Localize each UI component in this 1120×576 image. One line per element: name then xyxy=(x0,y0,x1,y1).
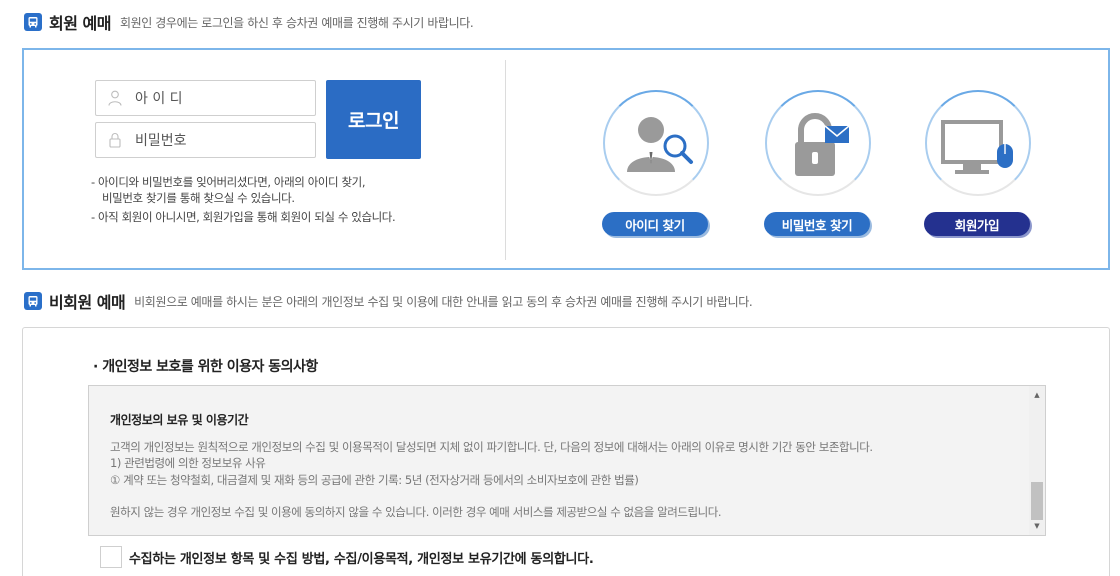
find-id-item[interactable]: 아이디 찾기 xyxy=(602,90,710,236)
terms-line-1: 고객의 개인정보는 원칙적으로 개인정보의 수집 및 이용목적이 달성되면 지체… xyxy=(110,439,873,454)
find-id-button[interactable]: 아이디 찾기 xyxy=(602,212,708,236)
privacy-terms-box[interactable]: 개인정보의 보유 및 이용기간 고객의 개인정보는 원칙적으로 개인정보의 수집… xyxy=(88,385,1046,536)
nonmember-consent-panel: · 개인정보 보호를 위한 이용자 동의사항 개인정보의 보유 및 이용기간 고… xyxy=(22,327,1110,576)
id-placeholder: 아 이 디 xyxy=(135,91,183,107)
terms-scrollbar[interactable]: ▲ ▼ xyxy=(1029,386,1045,535)
note-line-3: - 아직 회원이 아니시면, 회원가입을 통해 회원이 되실 수 있습니다. xyxy=(91,210,396,224)
terms-line-2: 1) 관련법령에 의한 정보보유 사유 xyxy=(110,456,266,470)
find-password-button[interactable]: 비밀번호 찾기 xyxy=(764,212,870,236)
scroll-up-icon[interactable]: ▲ xyxy=(1029,388,1045,402)
scroll-thumb[interactable] xyxy=(1031,482,1043,520)
password-input[interactable]: 비밀번호 xyxy=(95,122,316,158)
signup-monitor-icon[interactable] xyxy=(925,90,1031,196)
agree-row[interactable]: 수집하는 개인정보 항목 및 수집 방법, 수집/이용목적, 개인정보 보유기간… xyxy=(100,546,594,568)
terms-footer: 원하지 않는 경우 개인정보 수집 및 이용에 동의하지 않을 수 있습니다. … xyxy=(110,505,722,519)
panel-divider xyxy=(505,60,506,260)
privacy-terms-content: 개인정보의 보유 및 이용기간 고객의 개인정보는 원칙적으로 개인정보의 수집… xyxy=(89,386,1045,521)
consent-title: · 개인정보 보호를 위한 이용자 동의사항 xyxy=(93,359,318,375)
password-placeholder: 비밀번호 xyxy=(135,133,187,149)
note-line-1: - 아이디와 비밀번호를 잊어버리셨다면, 아래의 아이디 찾기, xyxy=(91,175,366,189)
member-section-title: 회원 예매 xyxy=(49,14,111,33)
scroll-down-icon[interactable]: ▼ xyxy=(1029,519,1045,533)
id-input[interactable]: 아 이 디 xyxy=(95,80,316,116)
bus-icon xyxy=(24,292,42,310)
note-line-2: 비밀번호 찾기를 통해 찾으실 수 있습니다. xyxy=(102,191,295,205)
nonmember-section-title: 비회원 예매 xyxy=(49,293,126,312)
terms-line-3: ① 계약 또는 청약철회, 대금결제 및 재화 등의 공급에 관한 기록: 5년… xyxy=(110,472,639,487)
find-password-item[interactable]: 비밀번호 찾기 xyxy=(764,90,872,236)
signup-button[interactable]: 회원가입 xyxy=(924,212,1030,236)
member-login-panel: 아 이 디 비밀번호 로그인 - 아이디와 비밀번호를 잊어버리셨다면, 아래의… xyxy=(22,48,1110,270)
member-section-desc: 회원인 경우에는 로그인을 하신 후 승차권 예매를 진행해 주시기 바랍니다. xyxy=(119,15,474,30)
member-section-header: 회원 예매 회원인 경우에는 로그인을 하신 후 승차권 예매를 진행해 주시기… xyxy=(24,10,474,34)
find-password-icon[interactable] xyxy=(765,90,871,196)
terms-heading: 개인정보의 보유 및 이용기간 xyxy=(110,413,249,427)
find-id-icon[interactable] xyxy=(603,90,709,196)
login-button[interactable]: 로그인 xyxy=(326,80,421,159)
agree-label[interactable]: 수집하는 개인정보 항목 및 수집 방법, 수집/이용목적, 개인정보 보유기간… xyxy=(129,548,594,567)
agree-checkbox[interactable] xyxy=(100,546,122,568)
nonmember-section-desc: 비회원으로 예매를 하시는 분은 아래의 개인정보 수집 및 이용에 대한 안내… xyxy=(134,294,753,309)
lock-icon xyxy=(109,133,121,148)
user-icon xyxy=(108,90,122,106)
nonmember-section-header: 비회원 예매 비회원으로 예매를 하시는 분은 아래의 개인정보 수집 및 이용… xyxy=(24,289,753,313)
signup-item[interactable]: 회원가입 xyxy=(924,90,1032,236)
bus-icon xyxy=(24,13,42,31)
login-help-notes: - 아이디와 비밀번호를 잊어버리셨다면, 아래의 아이디 찾기, 비밀번호 찾… xyxy=(91,174,396,225)
